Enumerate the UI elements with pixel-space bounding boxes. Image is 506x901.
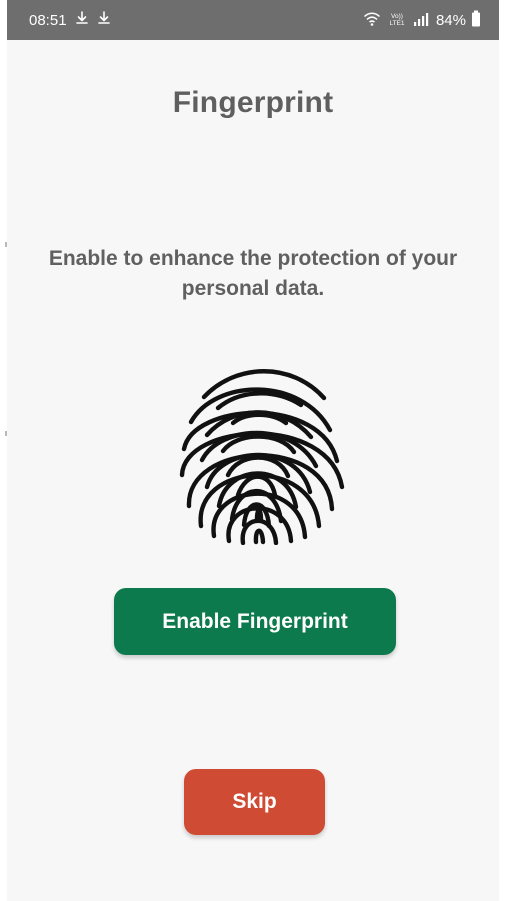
battery-icon <box>471 10 481 31</box>
volte-icon: Vo)) LTE1 <box>386 11 408 31</box>
phone-screen: 08:51 Vo)) LTE1 84% Fingerprint Enable t… <box>7 0 499 901</box>
status-bar-left: 08:51 <box>29 10 111 30</box>
skip-button[interactable]: Skip <box>184 769 325 835</box>
battery-percent: 84% <box>435 12 466 29</box>
status-bar: 08:51 Vo)) LTE1 84% <box>7 0 499 40</box>
wifi-icon <box>363 11 381 31</box>
fingerprint-icon <box>162 355 352 546</box>
page-title: Fingerprint <box>172 86 334 119</box>
description-text: Enable to enhance the protection of your… <box>48 247 458 300</box>
status-time: 08:51 <box>29 11 67 29</box>
svg-text:Vo)): Vo)) <box>391 13 403 20</box>
enable-fingerprint-button[interactable]: Enable Fingerprint <box>114 588 396 655</box>
signal-icon <box>413 11 431 31</box>
status-bar-right: Vo)) LTE1 84% <box>363 10 481 31</box>
download-icon <box>97 10 111 30</box>
download-icon <box>75 10 89 30</box>
svg-text:LTE1: LTE1 <box>389 20 404 27</box>
